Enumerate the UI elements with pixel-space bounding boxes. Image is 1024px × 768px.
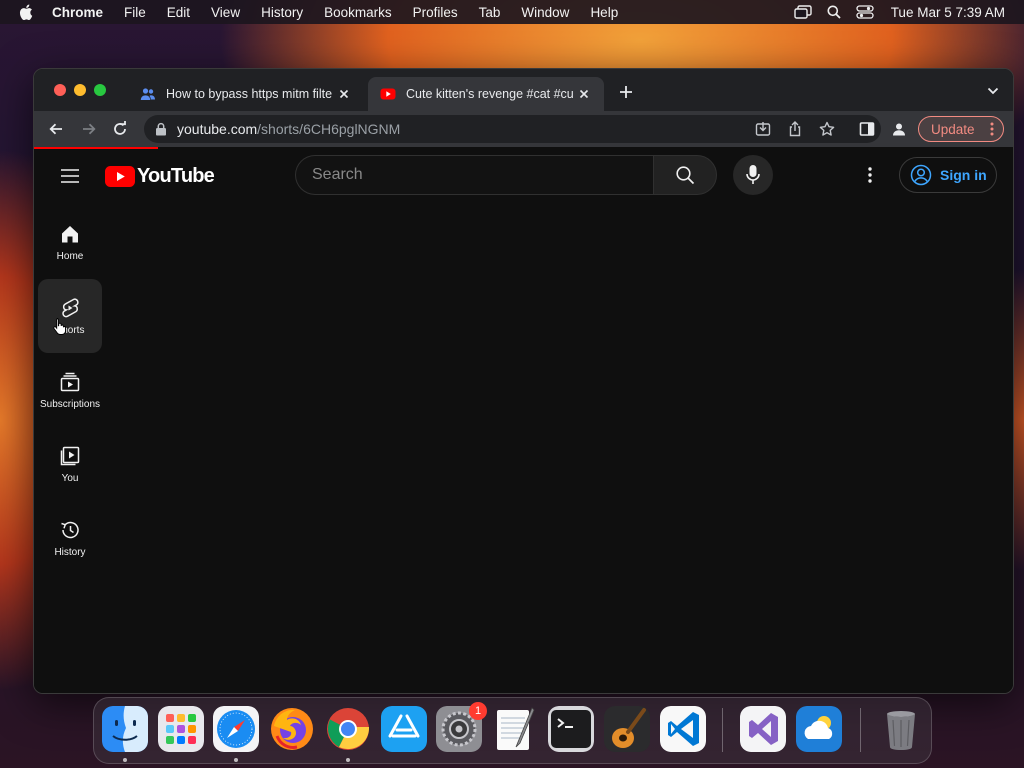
- notification-badge: 1: [469, 702, 487, 720]
- forward-arrow-icon[interactable]: [81, 121, 97, 137]
- dock: 1: [93, 697, 932, 764]
- guide-item-label: You: [61, 472, 79, 484]
- tab-title: Cute kitten's revenge #cat #cu: [406, 87, 574, 101]
- trash-icon[interactable]: [878, 706, 924, 752]
- install-app-icon[interactable]: [755, 121, 771, 137]
- hand-pointer-cursor-icon: [53, 318, 66, 335]
- menu-bar: Chrome File Edit View History Bookmarks …: [0, 0, 1024, 24]
- close-tab-icon[interactable]: [336, 86, 352, 102]
- google-chrome-icon[interactable]: [325, 706, 371, 752]
- url-path: /shorts/6CH6pglNGNM: [257, 121, 401, 137]
- menu-bar-clock[interactable]: Tue Mar 5 7:39 AM: [891, 5, 1005, 20]
- menu-bookmarks[interactable]: Bookmarks: [324, 5, 392, 20]
- share-icon[interactable]: [787, 121, 803, 137]
- history-icon: [61, 521, 79, 538]
- guide-item-shorts[interactable]: Shorts: [38, 279, 102, 353]
- running-indicator: [234, 758, 238, 762]
- shorts-icon: [62, 297, 79, 317]
- window-minimize-button[interactable]: [74, 84, 86, 96]
- menu-history[interactable]: History: [261, 5, 303, 20]
- search-box: [295, 155, 653, 195]
- chrome-window: How to bypass https mitm filte Cute kitt…: [33, 68, 1014, 694]
- side-panel-icon[interactable]: [859, 121, 875, 137]
- weather-icon[interactable]: [796, 706, 842, 752]
- running-indicator: [346, 758, 350, 762]
- youtube-logo[interactable]: YouTube: [105, 165, 215, 188]
- safari-icon[interactable]: [213, 706, 259, 752]
- running-indicator: [123, 758, 127, 762]
- more-menu-icon[interactable]: [990, 122, 994, 136]
- guide-item-home[interactable]: Home: [38, 205, 102, 279]
- new-tab-icon[interactable]: [618, 84, 634, 100]
- sign-in-button[interactable]: Sign in: [899, 157, 997, 193]
- textedit-icon[interactable]: [492, 706, 538, 752]
- apple-menu-icon[interactable]: [19, 4, 33, 20]
- sign-in-label: Sign in: [940, 167, 987, 183]
- voice-search-button[interactable]: [733, 155, 773, 195]
- browser-toolbar: youtube.com/shorts/6CH6pglNGNM Update: [34, 111, 1013, 147]
- subscriptions-icon: [60, 372, 80, 391]
- guide-item-you[interactable]: You: [38, 427, 102, 501]
- dock-separator: [860, 708, 861, 752]
- chevron-down-icon[interactable]: [987, 86, 999, 96]
- account-circle-icon: [910, 164, 932, 186]
- menu-help[interactable]: Help: [590, 5, 618, 20]
- search-input[interactable]: [312, 166, 632, 184]
- reload-icon[interactable]: [112, 121, 128, 137]
- browser-tab-mitm[interactable]: How to bypass https mitm filte: [128, 77, 364, 111]
- youtube-logo-text: YouTube: [137, 165, 215, 187]
- terminal-icon[interactable]: [548, 706, 594, 752]
- update-label: Update: [931, 121, 975, 137]
- control-center-icon[interactable]: [856, 5, 874, 19]
- update-chrome-button[interactable]: Update: [918, 116, 1004, 142]
- window-zoom-button[interactable]: [94, 84, 106, 96]
- you-icon: [60, 446, 80, 465]
- finder-icon[interactable]: [102, 706, 148, 752]
- garageband-icon[interactable]: [604, 706, 650, 752]
- menu-profiles[interactable]: Profiles: [413, 5, 458, 20]
- youtube-icon: [380, 88, 396, 100]
- home-icon: [62, 225, 78, 242]
- close-tab-icon[interactable]: [576, 86, 592, 102]
- people-icon: [140, 88, 155, 100]
- youtube-page: YouTube Search Sign in Home Shorts Subsc…: [34, 149, 1013, 693]
- tab-strip: How to bypass https mitm filte Cute kitt…: [34, 69, 1013, 111]
- spotlight-search-icon[interactable]: [827, 5, 841, 19]
- address-bar[interactable]: youtube.com/shorts/6CH6pglNGNM: [144, 115, 881, 143]
- firefox-icon[interactable]: [269, 706, 315, 752]
- browser-tab-youtube[interactable]: Cute kitten's revenge #cat #cu: [368, 77, 604, 111]
- settings-kebab-icon[interactable]: [868, 167, 872, 183]
- lock-icon[interactable]: [155, 122, 167, 136]
- visual-studio-icon[interactable]: [740, 706, 786, 752]
- dock-separator: [722, 708, 723, 752]
- menu-file[interactable]: File: [124, 5, 146, 20]
- tab-title: How to bypass https mitm filte: [166, 87, 333, 101]
- url-host: youtube.com: [177, 121, 258, 137]
- search-icon: [676, 166, 695, 185]
- menu-view[interactable]: View: [211, 5, 240, 20]
- launchpad-icon[interactable]: [158, 706, 204, 752]
- guide-item-label: Subscriptions: [39, 398, 101, 410]
- bookmark-star-icon[interactable]: [819, 121, 835, 137]
- profile-icon[interactable]: [891, 121, 907, 137]
- youtube-logo-icon: [105, 166, 135, 187]
- app-store-icon[interactable]: [381, 706, 427, 752]
- guide-item-label: History: [54, 546, 86, 558]
- guide-menu-icon[interactable]: [60, 168, 80, 184]
- guide-item-history[interactable]: History: [38, 501, 102, 575]
- menu-app-name[interactable]: Chrome: [52, 5, 103, 20]
- guide-item-label: Home: [56, 250, 84, 262]
- search-button[interactable]: [653, 155, 717, 195]
- menu-edit[interactable]: Edit: [167, 5, 190, 20]
- menu-window[interactable]: Window: [521, 5, 569, 20]
- guide-item-subscriptions[interactable]: Subscriptions: [38, 353, 102, 427]
- visual-studio-code-icon[interactable]: [660, 706, 706, 752]
- back-arrow-icon[interactable]: [48, 121, 64, 137]
- window-close-button[interactable]: [54, 84, 66, 96]
- microphone-icon: [746, 165, 760, 184]
- menu-tab[interactable]: Tab: [479, 5, 501, 20]
- screen-mirroring-icon[interactable]: [793, 5, 812, 19]
